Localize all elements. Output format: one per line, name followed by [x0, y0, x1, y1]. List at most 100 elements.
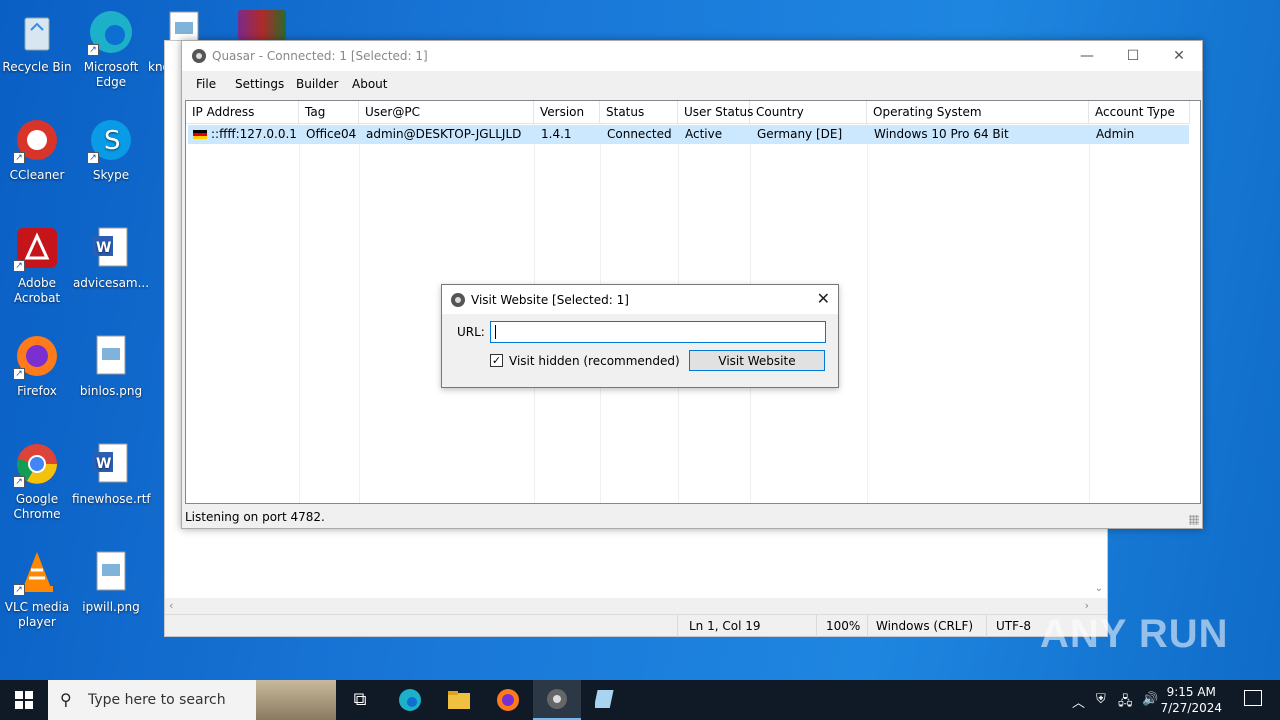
menu-about[interactable]: About: [352, 77, 387, 91]
status-text: Listening on port 4782.: [185, 510, 325, 524]
clock-time: 9:15 AM: [1166, 685, 1216, 699]
cell-status: Connected: [607, 127, 672, 141]
svg-text:W: W: [96, 456, 111, 472]
desktop-icon-label: advicesam...: [72, 276, 150, 290]
column-version[interactable]: Version: [534, 101, 600, 124]
scroll-down-arrow-icon[interactable]: ⌄: [1095, 583, 1103, 594]
taskbar-notepad-icon[interactable]: [582, 680, 630, 720]
chrome-icon: ↗: [13, 440, 61, 488]
volume-icon[interactable]: 🔊: [1142, 692, 1158, 707]
column-ip-address[interactable]: IP Address: [186, 101, 299, 124]
quasar-logo-icon: [451, 293, 465, 307]
desktop-icon-skype[interactable]: S ↗ Skype: [72, 116, 150, 183]
taskbar-firefox-icon[interactable]: [484, 680, 532, 720]
desktop-icon-label: CCleaner: [9, 168, 65, 182]
scroll-left-arrow-icon[interactable]: ‹: [169, 599, 173, 612]
menu-file[interactable]: File: [196, 77, 216, 91]
clock-date: 7/27/2024: [1160, 701, 1222, 715]
desktop-icon-label: Recycle Bin: [2, 60, 72, 74]
column-account-type[interactable]: Account Type: [1089, 101, 1190, 124]
cell-user-pc: admin@DESKTOP-JGLLJLD: [366, 127, 522, 141]
url-label: URL:: [457, 325, 485, 339]
maximize-button[interactable]: ☐: [1110, 41, 1156, 71]
title-bar[interactable]: Quasar - Connected: 1 [Selected: 1] — ☐ …: [182, 41, 1202, 71]
column-user-status[interactable]: User Status: [678, 101, 753, 124]
vlc-icon: ↗: [13, 548, 61, 596]
list-header: IP Address Tag User@PC Version Status Us…: [186, 101, 1190, 124]
desktop-icon-edge[interactable]: ↗ Microsoft Edge: [72, 8, 150, 90]
desktop-icon-finewhose[interactable]: W finewhose.rtf: [72, 440, 151, 507]
menu-settings[interactable]: Settings: [235, 77, 284, 91]
task-view-icon[interactable]: ⧉: [336, 680, 384, 720]
taskbar-edge-icon[interactable]: [386, 680, 434, 720]
dialog-title: Visit Website [Selected: 1]: [471, 293, 629, 307]
taskbar-search-box[interactable]: ⚲ Type here to search: [48, 680, 336, 720]
word-document-icon: W: [87, 440, 135, 488]
desktop-icon-binlos[interactable]: binlos.png: [72, 332, 150, 399]
url-input[interactable]: [490, 321, 826, 343]
cell-ip: ::ffff:127.0.0.1: [188, 125, 297, 144]
cell-tag: Office04: [306, 127, 357, 141]
svg-text:S: S: [104, 126, 121, 156]
visit-hidden-label[interactable]: Visit hidden (recommended): [509, 354, 680, 368]
visit-hidden-checkbox[interactable]: ✓: [490, 354, 503, 367]
network-icon[interactable]: 🖧: [1118, 692, 1133, 714]
notification-icon[interactable]: [1244, 690, 1262, 706]
column-user-pc[interactable]: User@PC: [359, 101, 534, 124]
menu-builder[interactable]: Builder: [296, 77, 338, 91]
anyrun-watermark: ANY RUN: [1040, 612, 1229, 656]
column-operating-system[interactable]: Operating System: [867, 101, 1089, 124]
file-explorer-icon[interactable]: [435, 680, 483, 720]
menu-bar: File Settings Builder About: [182, 71, 1202, 97]
winrar-icon[interactable]: [238, 10, 286, 40]
taskbar-quasar-icon[interactable]: [533, 680, 581, 720]
image-file-icon: [87, 548, 135, 596]
dialog-close-button[interactable]: ✕: [817, 289, 830, 308]
svg-text:W: W: [96, 240, 111, 256]
status-bar: Listening on port 4782.: [182, 506, 1202, 528]
start-button[interactable]: [0, 680, 48, 720]
desktop-icon-chrome[interactable]: ↗ Google Chrome: [0, 440, 76, 522]
desktop-icon-label: Adobe Acrobat: [13, 276, 61, 305]
germany-flag-icon: [193, 130, 207, 139]
window-title: Quasar - Connected: 1 [Selected: 1]: [212, 49, 428, 63]
shortcut-arrow-icon: ↗: [13, 152, 25, 164]
zoom-level: 100%: [826, 619, 861, 633]
table-row[interactable]: ::ffff:127.0.0.1 Office04 admin@DESKTOP-…: [188, 125, 1189, 144]
desktop-icon-label: ipwill.png: [82, 600, 140, 614]
notepad-status-bar: Ln 1, Col 19 100% Windows (CRLF) UTF-8: [165, 614, 1107, 637]
close-button[interactable]: ✕: [1156, 41, 1202, 71]
desktop-icon-label: VLC media player: [4, 600, 70, 629]
visit-website-dialog[interactable]: Visit Website [Selected: 1] ✕ URL: ✓ Vis…: [441, 284, 839, 388]
ip-value: ::ffff:127.0.0.1: [211, 127, 297, 141]
windows-logo-icon: [15, 691, 33, 709]
shortcut-arrow-icon: ↗: [13, 476, 25, 488]
desktop-icon-vlc[interactable]: ↗ VLC media player: [0, 548, 76, 630]
clock[interactable]: 9:15 AM 7/27/2024: [1160, 684, 1222, 716]
cell-country: Germany [DE]: [757, 127, 843, 141]
show-hidden-icons-icon[interactable]: ︿: [1072, 692, 1085, 711]
desktop-icon-firefox[interactable]: ↗ Firefox: [0, 332, 76, 399]
desktop-icon-advicesam[interactable]: W advicesam...: [72, 224, 150, 291]
encoding: UTF-8: [996, 619, 1031, 633]
scroll-right-arrow-icon[interactable]: ›: [1085, 599, 1089, 612]
shortcut-arrow-icon: ↗: [87, 44, 99, 56]
desktop-icon-acrobat[interactable]: ↗ Adobe Acrobat: [0, 224, 76, 306]
column-country[interactable]: Country: [750, 101, 867, 124]
shortcut-arrow-icon: ↗: [13, 368, 25, 380]
minimize-button[interactable]: —: [1064, 41, 1110, 71]
desktop-icon-ccleaner[interactable]: ↗ CCleaner: [0, 116, 76, 183]
dialog-title-bar[interactable]: Visit Website [Selected: 1] ✕: [442, 285, 838, 314]
desktop-icon-recycle-bin[interactable]: Recycle Bin: [0, 8, 76, 75]
cell-account-type: Admin: [1096, 127, 1135, 141]
column-status[interactable]: Status: [600, 101, 678, 124]
visit-website-button[interactable]: Visit Website: [689, 350, 825, 371]
defender-icon[interactable]: ⛨: [1096, 692, 1106, 707]
edge-icon: ↗: [87, 8, 135, 56]
desktop-icon-ipwill[interactable]: ipwill.png: [72, 548, 150, 615]
recycle-bin-icon: [13, 8, 61, 56]
resize-grip-icon[interactable]: [1189, 515, 1199, 525]
horizontal-scrollbar[interactable]: ‹ ›: [165, 598, 1107, 614]
column-tag[interactable]: Tag: [299, 101, 359, 124]
desktop-icon-label: finewhose.rtf: [72, 492, 151, 506]
